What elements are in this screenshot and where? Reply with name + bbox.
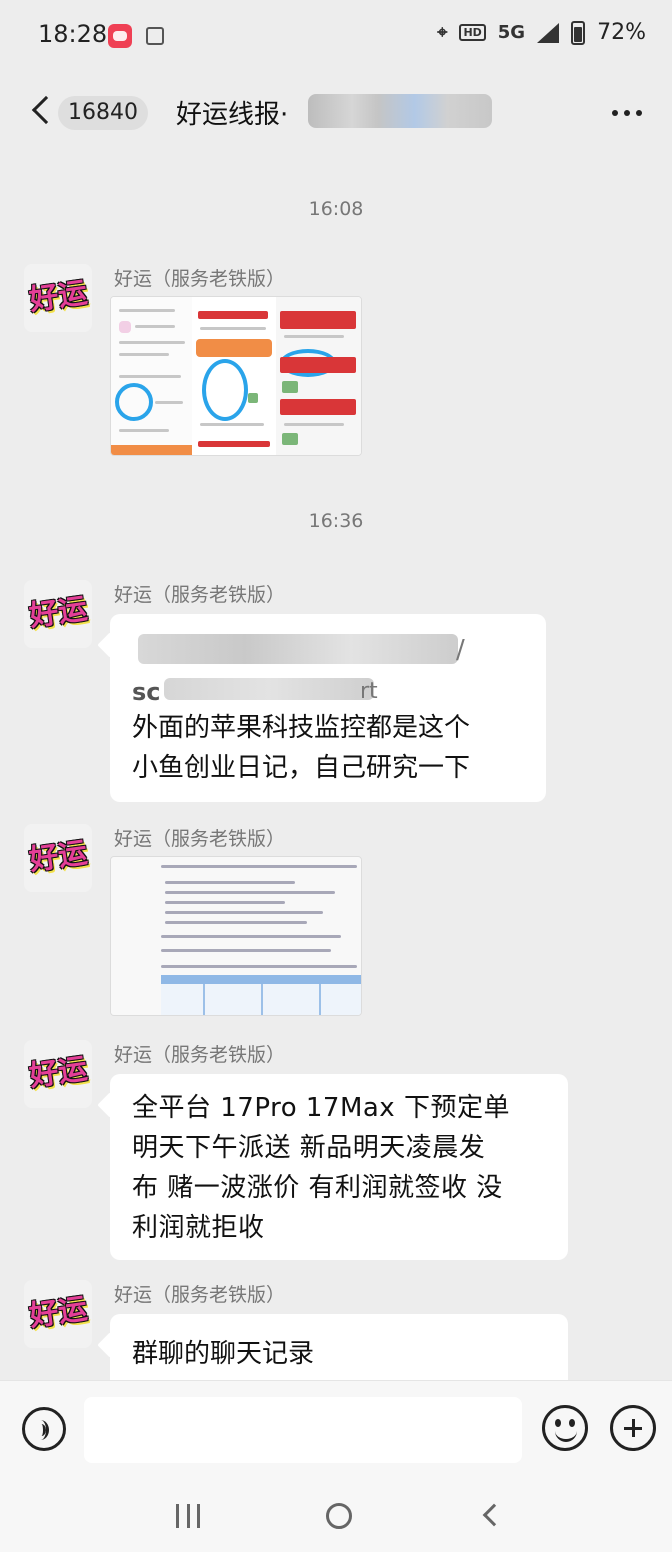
text-message-bubble[interactable]: 全平台 17Pro 17Max 下预定单 明天下午派送 新品明天凌晨发 布 赌一… [110, 1074, 568, 1260]
avatar[interactable]: 好运 [24, 1040, 92, 1108]
message-text: 全平台 17Pro 17Max 下预定单 明天下午派送 新品明天凌晨发 布 赌一… [132, 1093, 510, 1243]
link-fragment-end: / [456, 635, 465, 665]
status-bar: 18:28 ⌖ HD 5G 72% [0, 0, 672, 72]
screenshot-pane [192, 297, 276, 455]
more-icon[interactable] [612, 110, 642, 116]
chat-title: 好运线报· [176, 100, 289, 130]
screenshot-pane [275, 297, 361, 455]
image-message[interactable] [110, 296, 362, 456]
home-icon[interactable] [326, 1503, 352, 1529]
link-message-bubble[interactable]: / sc rt 外面的苹果科技监控都是这个 小鱼创业日记，自己研究一下 [110, 614, 546, 802]
avatar-logo-text: 好运 [27, 1051, 90, 1093]
sender-name: 好运（服务老铁版） [114, 584, 286, 606]
blurred-title-suffix [308, 94, 492, 128]
message-text: 外面的苹果科技监控都是这个 小鱼创业日记，自己研究一下 [132, 713, 471, 783]
battery-icon [571, 20, 586, 45]
avatar[interactable]: 好运 [24, 264, 92, 332]
sender-name: 好运（服务老铁版） [114, 828, 286, 850]
avatar-logo-text: 好运 [27, 591, 90, 633]
link-fragment-tail: rt [360, 679, 378, 704]
back-arrow-icon[interactable] [31, 95, 61, 125]
message-input-bar [0, 1380, 672, 1476]
emoji-icon[interactable] [542, 1405, 588, 1451]
avatar-logo-text: 好运 [27, 835, 90, 877]
screenshot-pane [111, 297, 193, 455]
chat-message-list[interactable]: 16:08 好运 好运（服务老铁版） 16:36 好运 好运（服务老铁版） / … [0, 152, 672, 1380]
document-screenshot [111, 857, 361, 1015]
timestamp: 16:08 [308, 198, 364, 220]
link-fragment-start: sc [132, 678, 161, 706]
battery-percentage: 72% [597, 20, 646, 45]
recent-apps-icon[interactable] [176, 1504, 200, 1528]
location-icon: ⌖ [437, 22, 448, 43]
avatar-logo-text: 好运 [27, 275, 90, 317]
timestamp: 16:36 [308, 510, 364, 532]
avatar[interactable]: 好运 [24, 824, 92, 892]
back-icon[interactable] [482, 1503, 506, 1527]
document-table [161, 975, 361, 1015]
signal-icon [537, 22, 560, 43]
message-input[interactable] [84, 1397, 522, 1463]
blurred-link-line [138, 634, 458, 664]
plus-icon[interactable] [610, 1405, 656, 1451]
message-text: 群聊的聊天记录 [132, 1339, 315, 1369]
image-message[interactable] [110, 856, 362, 1016]
chat-record-bubble[interactable]: 群聊的聊天记录 [110, 1314, 568, 1380]
chat-header: 16840 好运线报· [0, 72, 672, 152]
hd-icon: HD [459, 24, 486, 41]
status-time: 18:28 [38, 20, 108, 48]
blurred-link-line [164, 678, 374, 700]
status-indicators: ⌖ HD 5G 72% [437, 20, 646, 45]
phone-screenshot-collage [111, 297, 361, 455]
notification-app-icon [108, 24, 132, 48]
gallery-icon [146, 27, 164, 45]
system-navigation-bar [0, 1476, 672, 1552]
avatar[interactable]: 好运 [24, 1280, 92, 1348]
sender-name: 好运（服务老铁版） [114, 268, 286, 290]
avatar[interactable]: 好运 [24, 580, 92, 648]
network-label: 5G [497, 22, 526, 43]
unread-count-badge[interactable]: 16840 [58, 96, 148, 130]
avatar-logo-text: 好运 [27, 1291, 90, 1333]
sender-name: 好运（服务老铁版） [114, 1284, 286, 1306]
sender-name: 好运（服务老铁版） [114, 1044, 286, 1066]
voice-icon[interactable] [22, 1407, 66, 1451]
